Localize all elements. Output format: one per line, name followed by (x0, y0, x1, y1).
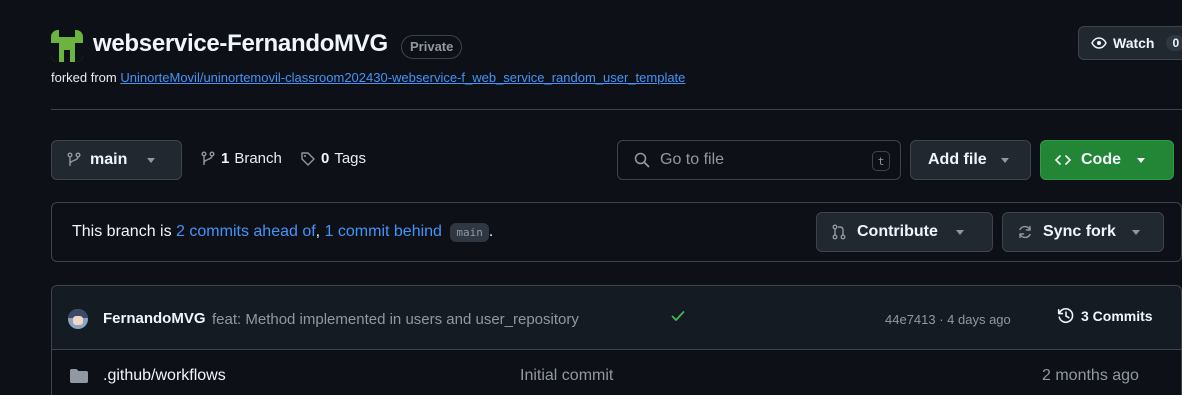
branches-link[interactable]: 1 Branch (200, 150, 282, 167)
commits-history-link[interactable]: 3 Commits (1057, 307, 1153, 325)
chevron-down-icon (147, 157, 156, 163)
sync-icon (1019, 225, 1031, 239)
tags-link[interactable]: 0 Tags (300, 150, 366, 167)
go-to-file-input[interactable] (660, 151, 850, 169)
repo-logo-icon (51, 30, 83, 62)
branch-word: Branch (234, 150, 282, 167)
git-branch-icon (67, 152, 81, 166)
repo-header: webservice-FernandoMVG Private forked fr… (51, 24, 1182, 94)
forked-source-link[interactable]: UninorteMovil/uninortemovil-classroom202… (120, 70, 685, 85)
header-divider (51, 109, 1182, 110)
forked-from-text: forked from UninorteMovil/uninortemovil-… (51, 70, 685, 85)
commits-behind-link[interactable]: 1 commit behind (325, 223, 442, 240)
watch-button[interactable]: Watch 0 (1078, 26, 1182, 60)
commits-ahead-link[interactable]: 2 commits ahead of (176, 223, 316, 240)
sync-fork-label: Sync fork (1043, 223, 1116, 240)
file-date: 2 months ago (1042, 367, 1139, 384)
branch-select-button[interactable]: main (51, 140, 182, 180)
search-icon (634, 152, 650, 168)
base-branch-code: main (450, 223, 489, 242)
visibility-badge: Private (401, 35, 463, 59)
watch-label: Watch (1113, 35, 1155, 51)
code-label: Code (1081, 151, 1121, 168)
folder-icon (70, 369, 88, 383)
code-icon (1055, 155, 1071, 165)
fork-status-separator: , (315, 223, 325, 240)
commit-message-link[interactable]: feat: Method implemented in users and us… (212, 311, 579, 328)
chevron-down-icon (955, 229, 964, 235)
keyboard-shortcut-hint: t (872, 151, 890, 171)
contribute-label: Contribute (857, 223, 938, 240)
git-branch-icon (201, 151, 215, 165)
tag-word: Tags (334, 150, 367, 167)
history-icon (1057, 307, 1074, 324)
add-file-label: Add file (928, 151, 987, 168)
repo-name-link[interactable]: webservice-FernandoMVG (93, 30, 388, 58)
check-icon[interactable] (670, 308, 686, 324)
forked-from-label: forked from (51, 70, 121, 85)
pull-request-icon (832, 224, 846, 240)
avatar[interactable] (68, 309, 88, 329)
latest-commit-row: FernandoMVG feat: Method implemented in … (52, 286, 1181, 350)
watch-count: 0 (1166, 35, 1182, 51)
branch-count: 1 (221, 150, 230, 167)
sync-fork-button[interactable]: Sync fork (1002, 212, 1164, 252)
go-to-file-search[interactable]: t (617, 140, 901, 180)
commit-hash-and-time[interactable]: 44e7413 · 4 days ago (885, 312, 1011, 327)
contribute-button[interactable]: Contribute (816, 212, 993, 252)
branch-name: main (90, 151, 128, 168)
fork-status-box: This branch is 2 commits ahead of, 1 com… (51, 202, 1182, 262)
file-name-link[interactable]: .github/workflows (103, 367, 226, 385)
fork-status-prefix: This branch is (72, 223, 177, 240)
file-row[interactable]: .github/workflows Initial commit 2 month… (52, 350, 1181, 395)
commit-author-link[interactable]: FernandoMVG (103, 310, 206, 327)
chevron-down-icon (1137, 157, 1145, 163)
tag-count: 0 (321, 150, 330, 167)
chevron-down-icon (1131, 229, 1140, 235)
add-file-button[interactable]: Add file (910, 140, 1031, 180)
fork-status-suffix: . (488, 223, 494, 240)
tag-icon (301, 151, 315, 166)
file-commit-message[interactable]: Initial commit (520, 367, 613, 385)
commits-count-label: 3 Commits (1081, 308, 1153, 324)
chevron-down-icon (1000, 157, 1009, 163)
fork-status-text: This branch is 2 commits ahead of, 1 com… (72, 223, 494, 242)
file-browser: FernandoMVG feat: Method implemented in … (51, 285, 1182, 395)
code-button[interactable]: Code (1040, 140, 1174, 180)
eye-icon (1091, 37, 1107, 49)
